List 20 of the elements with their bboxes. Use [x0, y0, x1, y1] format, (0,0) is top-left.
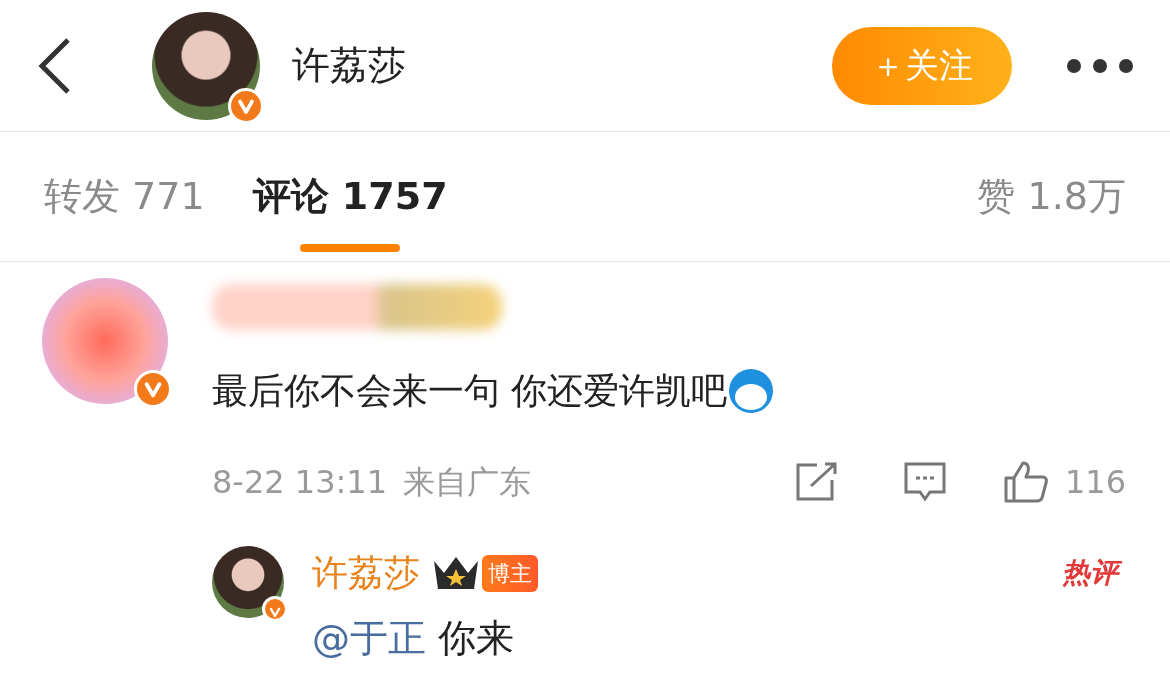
emoji-icon: [727, 367, 776, 415]
comment-time: 8-22 13:11: [212, 462, 387, 503]
tab[interactable]: 评论 1757: [252, 131, 448, 262]
tab[interactable]: 赞 1.8万: [977, 131, 1126, 262]
like-icon[interactable]: [1002, 460, 1049, 504]
author-badge: 博主: [482, 554, 538, 592]
comment-icon[interactable]: [902, 461, 947, 503]
reply-text: @于正 你来: [312, 615, 515, 662]
reply-author[interactable]: 许荔莎: [312, 546, 420, 600]
back-icon[interactable]: [36, 35, 72, 96]
mention-link[interactable]: @于正: [312, 616, 426, 660]
comment-location: 来自广东: [403, 462, 531, 503]
comment-text: 最后你不会来一句 你还爱许凯吧: [212, 369, 728, 413]
hot-comment-tag: 热评: [1058, 552, 1126, 594]
like-count: 116: [1064, 462, 1126, 503]
tab[interactable]: 转发 771: [44, 131, 205, 262]
share-icon[interactable]: [794, 462, 839, 502]
follow-button[interactable]: ＋关注: [832, 26, 1012, 105]
more-icon[interactable]: [1066, 57, 1134, 74]
user-name: 许荔莎: [292, 42, 406, 89]
